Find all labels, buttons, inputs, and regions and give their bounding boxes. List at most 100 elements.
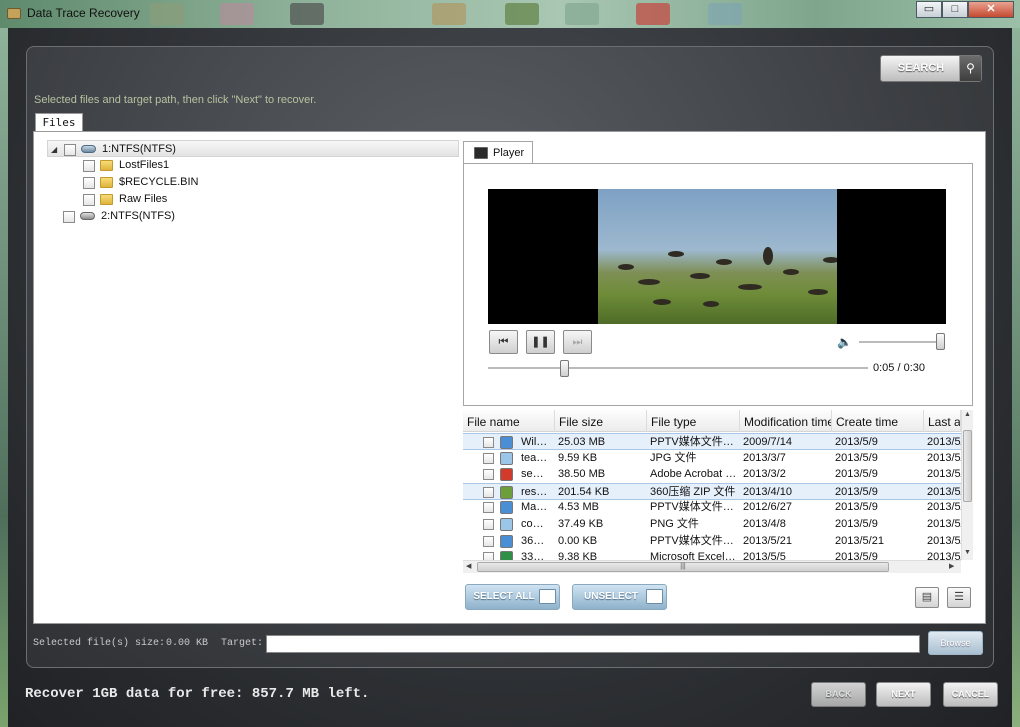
tab-player[interactable]: Player [463, 141, 533, 164]
table-cell: 201.54 KB [558, 485, 610, 498]
table-cell: se… [521, 468, 544, 481]
table-cell: 2013/4/10 [743, 485, 792, 498]
next-track-button[interactable]: ⏭ [563, 330, 592, 354]
row-checkbox[interactable] [483, 519, 494, 530]
table-row[interactable]: se… 38.50 MB Adobe Acrobat … 2013/3/2 2013/5… [463, 466, 961, 483]
tree-checkbox[interactable] [83, 177, 95, 189]
file-list: File name File size File type Modificati… [463, 406, 973, 578]
search-icon: ⚲ [959, 56, 981, 81]
table-cell: 2013/5/9 [835, 518, 878, 530]
table-cell: PPTV媒体文件… [650, 436, 734, 448]
column-header-modified[interactable]: Modification time [740, 410, 832, 432]
search-button[interactable]: SEARCH ⚲ [880, 55, 982, 82]
row-checkbox[interactable] [483, 486, 494, 498]
table-row[interactable]: Wil… 25.03 MB PPTV媒体文件… 2009/7/14 2013/5/9 20… [463, 433, 961, 450]
table-cell: 2013/5/9 [835, 501, 878, 514]
unselect-label: UNSELECT [584, 591, 638, 602]
tree-node-folder-lostfiles[interactable]: LostFiles1 [47, 157, 459, 174]
row-checkbox[interactable] [483, 502, 494, 514]
column-header-size[interactable]: File size [555, 410, 647, 432]
folder-icon [100, 160, 113, 171]
scroll-down-icon[interactable]: ▼ [964, 549, 971, 556]
tree-node-drive-1[interactable]: ◢ 1:NTFS(NTFS) [47, 140, 459, 157]
tree-checkbox[interactable] [64, 144, 76, 156]
pptv-file-icon [500, 436, 513, 449]
row-checkbox[interactable] [483, 437, 494, 448]
cancel-button[interactable]: CANCEL [943, 682, 998, 707]
scrollbar-thumb[interactable]: ||| [477, 562, 889, 572]
tab-files[interactable]: Files [35, 113, 83, 132]
previous-button[interactable]: ⏮ [489, 330, 518, 354]
table-cell: JPG 文件 [650, 451, 697, 464]
scroll-right-icon[interactable]: ▶ [949, 562, 954, 570]
maximize-button[interactable]: □ [942, 1, 968, 18]
tree-node-label: 1:NTFS(NTFS) [102, 143, 176, 155]
tree-checkbox[interactable] [83, 160, 95, 172]
table-cell: Adobe Acrobat … [650, 468, 737, 481]
table-cell: 0.00 KB [558, 534, 598, 547]
next-button[interactable]: NEXT [876, 682, 931, 707]
minimize-button[interactable]: ▭ [916, 1, 942, 18]
table-row[interactable]: tea… 9.59 KB JPG 文件 2013/3/7 2013/5/9 2013/5/ [463, 450, 961, 467]
table-row[interactable]: 36… 0.00 KB PPTV媒体文件… 2013/5/21 2013/5/21 201… [463, 533, 961, 550]
video-display[interactable] [488, 189, 946, 324]
scroll-left-icon[interactable]: ◀ [466, 562, 471, 570]
horizontal-scrollbar[interactable]: ◀ ||| ▶ [463, 560, 961, 573]
selected-size-label: Selected file(s) size: [33, 638, 166, 649]
tree-checkbox[interactable] [63, 211, 75, 223]
row-checkbox[interactable] [483, 469, 494, 481]
tree-node-folder-raw[interactable]: Raw Files [47, 191, 459, 208]
scroll-up-icon[interactable]: ▲ [964, 411, 971, 418]
table-cell: 9.59 KB [558, 451, 598, 464]
column-header-type[interactable]: File type [647, 410, 740, 432]
seek-bar-track[interactable] [488, 367, 868, 369]
tab-player-label: Player [493, 147, 525, 159]
scrollbar-thumb[interactable] [963, 430, 972, 502]
folder-icon [100, 177, 113, 188]
tree-node-label: Raw Files [119, 193, 168, 205]
select-all-label: SELECT ALL [473, 591, 535, 602]
back-button[interactable]: BACK [811, 682, 866, 707]
seek-bar-thumb[interactable] [560, 360, 569, 377]
tree-node-label: LostFiles1 [119, 159, 170, 171]
volume-slider-track[interactable] [859, 341, 945, 343]
table-cell: 2013/5/9 [835, 468, 878, 481]
expand-arrow-icon[interactable]: ◢ [51, 141, 57, 158]
vertical-scrollbar[interactable]: ▲ ▼ [961, 410, 973, 560]
free-quota-text: Recover 1GB data for free: 857.7 MB left… [25, 686, 370, 702]
tree-node-folder-recycle[interactable]: $RECYCLE.BIN [47, 174, 459, 191]
pptv-file-icon [500, 534, 513, 548]
browse-button[interactable]: Browse [928, 631, 983, 655]
desktop-background-decoration [220, 3, 254, 25]
list-view-icon[interactable]: ☰ [947, 587, 971, 608]
table-cell: tea… [521, 451, 548, 464]
drive-icon [81, 145, 96, 153]
volume-icon[interactable]: 🔈 [837, 335, 852, 349]
tree-checkbox[interactable] [83, 194, 95, 206]
window-border-left [0, 28, 8, 727]
table-row[interactable]: res… 201.54 KB 360压缩 ZIP 文件 2013/4/10 2013/5… [463, 482, 961, 500]
row-checkbox[interactable] [483, 452, 494, 464]
column-header-accessed[interactable]: Last access [924, 410, 961, 432]
target-path-input[interactable] [266, 635, 920, 653]
thumbnail-view-icon[interactable]: ▤ [915, 587, 939, 608]
select-all-button[interactable]: SELECT ALL [465, 584, 560, 610]
player-panel: ⏮ ❚❚ ⏭ 🔈 0:05 / 0:30 [463, 163, 973, 406]
desktop-background-decoration [150, 3, 184, 25]
table-cell: 2013/5/ [927, 534, 961, 547]
close-button[interactable]: ✕ [968, 1, 1014, 18]
desktop-background-decoration [432, 3, 466, 25]
pause-button[interactable]: ❚❚ [526, 330, 555, 354]
unselect-button[interactable]: UNSELECT [572, 584, 667, 610]
column-header-name[interactable]: File name [463, 410, 555, 432]
tree-node-drive-2[interactable]: 2:NTFS(NTFS) [47, 208, 459, 225]
row-checkbox[interactable] [483, 535, 494, 547]
drive-icon [80, 212, 95, 220]
window-title: Data Trace Recovery [27, 6, 140, 20]
volume-slider-thumb[interactable] [936, 333, 945, 350]
table-row[interactable]: Ma… 4.53 MB PPTV媒体文件… 2012/6/27 2013/5/9 2013… [463, 499, 961, 516]
table-row[interactable]: co… 37.49 KB PNG 文件 2013/4/8 2013/5/9 2013/5/ [463, 516, 961, 533]
file-list-header: File name File size File type Modificati… [463, 410, 961, 432]
table-cell: 2013/5/ [927, 485, 961, 498]
column-header-created[interactable]: Create time [832, 410, 924, 432]
